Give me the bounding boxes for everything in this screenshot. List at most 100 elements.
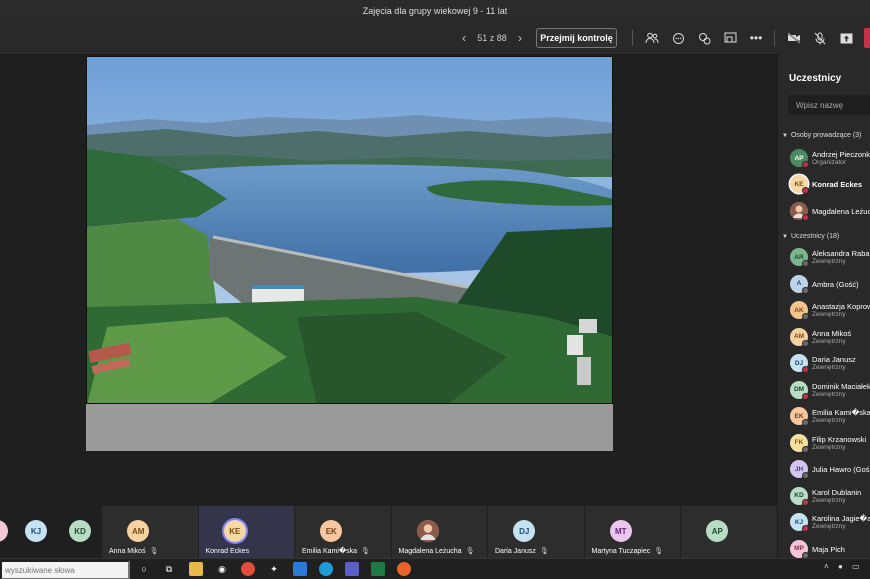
avatar: KE bbox=[223, 520, 246, 542]
participant-role: Organizator bbox=[812, 159, 846, 166]
toolbar-divider bbox=[774, 30, 775, 46]
share-icon[interactable] bbox=[836, 28, 856, 48]
participant-item[interactable]: FK Filip Krzanowski Zewnętrzny bbox=[790, 432, 870, 456]
participant-item[interactable]: AR Aleksandra Raba Zewnętrzny bbox=[790, 246, 870, 270]
tile-label: Daria Janusz 🎙︎ bbox=[495, 548, 549, 555]
title-bar: Zajęcia dla grupy wiekowej 9 - 11 lat bbox=[0, 0, 870, 22]
teams-icon[interactable] bbox=[345, 562, 359, 576]
status-dot bbox=[802, 286, 809, 294]
video-tile[interactable]: AM Anna Mikoś 🎙︎ bbox=[102, 506, 198, 558]
tile-label: Martyna Tuczapiec 🎙︎ bbox=[591, 548, 664, 555]
shared-content-stage bbox=[0, 54, 777, 506]
mic-off-icon[interactable] bbox=[810, 28, 830, 48]
vscode-icon[interactable] bbox=[293, 562, 307, 576]
video-tile[interactable]: AP bbox=[681, 506, 777, 558]
cortana-icon[interactable]: ○ bbox=[137, 562, 151, 576]
game-app-icon[interactable]: ◉ bbox=[215, 562, 229, 576]
window-title: Zajęcia dla grupy wiekowej 9 - 11 lat bbox=[362, 6, 508, 16]
chevron-right-icon[interactable]: › bbox=[512, 31, 528, 45]
more-icon[interactable]: ••• bbox=[746, 28, 766, 48]
status-dot bbox=[802, 260, 809, 267]
task-view-icon[interactable]: ⧉ bbox=[162, 562, 176, 576]
status-dot bbox=[802, 161, 809, 168]
participant-name: Filip Krzanowski bbox=[812, 434, 867, 444]
participant-role: Zewnętrzny bbox=[812, 443, 846, 451]
taskbar-search-input[interactable] bbox=[0, 560, 130, 579]
participant-name: Maja Pich bbox=[812, 544, 845, 554]
status-dot bbox=[802, 472, 809, 479]
participant-name: Konrad Eckes bbox=[812, 180, 863, 189]
participant-name: Dominik Maciałek bbox=[812, 381, 870, 391]
mic-off-icon: 🎙︎ bbox=[149, 548, 159, 555]
share-tray-icon[interactable] bbox=[720, 28, 740, 48]
toolbar-divider bbox=[632, 30, 633, 46]
chevron-left-icon[interactable]: ‹ bbox=[456, 31, 472, 45]
participant-item[interactable]: MP Maja Pich bbox=[790, 538, 870, 558]
participant-item[interactable]: AP Andrzej Pieczonka Organizator bbox=[790, 147, 870, 171]
participant-item[interactable]: Magdalena Leżuch bbox=[790, 200, 870, 224]
gallery-avatar-partial[interactable] bbox=[0, 520, 8, 542]
avatar: DJ bbox=[513, 520, 536, 542]
slide-pager: ‹ 51 z 88 › bbox=[456, 22, 528, 54]
video-tile[interactable]: MT Martyna Tuczapiec 🎙︎ bbox=[584, 506, 680, 558]
participant-item[interactable]: AKAnastazja KoprowskaZewnętrzny bbox=[790, 299, 870, 323]
tray-chevron-icon[interactable]: ˄ bbox=[824, 562, 829, 571]
video-tile[interactable]: Magdalena Leżucha 🎙︎ bbox=[391, 506, 487, 558]
video-tile[interactable]: DJ Daria Janusz 🎙︎ bbox=[488, 506, 584, 558]
participant-item[interactable]: KD Karol Dublanin Zewnętrzny bbox=[790, 485, 870, 509]
caret-down-icon: ▼ bbox=[782, 133, 788, 139]
video-tile[interactable]: KE Konrad Eckes bbox=[198, 506, 294, 558]
tile-label: Anna Mikoś 🎙︎ bbox=[109, 548, 159, 555]
firefox-icon[interactable] bbox=[397, 562, 411, 576]
video-tile[interactable]: EK Emilia Kami�ska 🎙︎ bbox=[295, 506, 391, 558]
participant-item[interactable]: DM Dominik Maciałek Zewnętrzny bbox=[790, 379, 870, 403]
presenters-group-header[interactable]: ▼ Osoby prowadzące (3) bbox=[782, 132, 861, 139]
participant-role: Zewnętrzny bbox=[812, 364, 846, 371]
mic-off-icon: 🎙︎ bbox=[465, 548, 475, 555]
participant-role: Zewnętrzny bbox=[812, 337, 846, 345]
mic-off-icon: 🎙︎ bbox=[654, 548, 664, 555]
avatar: MT bbox=[609, 520, 632, 542]
participant-item[interactable]: EK Emilia Kami�ska Zewnętrzny bbox=[790, 405, 870, 429]
reactions-icon[interactable] bbox=[694, 28, 714, 48]
tile-label: Emilia Kami�ska 🎙︎ bbox=[302, 548, 370, 555]
app-icon[interactable]: ✦ bbox=[267, 562, 281, 576]
tile-label: Konrad Eckes bbox=[205, 548, 250, 555]
participant-item[interactable]: JH Julia Hawro (Gość) bbox=[790, 458, 870, 482]
participant-name: Anna Mikoś bbox=[812, 328, 852, 338]
status-dot bbox=[802, 525, 809, 532]
participant-item[interactable]: KE Konrad Eckes bbox=[790, 173, 870, 197]
excel-icon[interactable] bbox=[371, 562, 385, 576]
chat-icon[interactable] bbox=[668, 28, 688, 48]
status-dot bbox=[802, 187, 809, 194]
edge-icon[interactable] bbox=[319, 562, 333, 576]
participant-name: Karol Dublanin bbox=[812, 487, 862, 497]
mic-off-icon: 🎙︎ bbox=[539, 548, 549, 555]
attendees-group-header[interactable]: ▼ Uczestnicy (18) bbox=[782, 233, 839, 240]
meeting-toolbar: ‹ 51 z 88 › Przejmij kontrolę ••• bbox=[0, 22, 870, 54]
chrome-icon[interactable] bbox=[241, 562, 255, 576]
status-dot bbox=[802, 366, 809, 373]
avatar: EK bbox=[320, 520, 343, 542]
tray-apps-icon[interactable]: ● bbox=[838, 562, 843, 571]
gallery-avatar[interactable]: KJ bbox=[25, 520, 47, 542]
camera-off-icon[interactable] bbox=[784, 28, 804, 48]
file-explorer-icon[interactable] bbox=[189, 562, 203, 576]
participant-item[interactable]: AM Anna Mikoś Zewnętrzny bbox=[790, 326, 870, 350]
people-icon[interactable] bbox=[642, 28, 662, 48]
participant-search-input[interactable] bbox=[788, 95, 870, 115]
participant-name: Daria Janusz bbox=[812, 355, 856, 364]
participant-item[interactable]: A Ambra (Gość) bbox=[790, 273, 870, 297]
participant-item[interactable]: KJ Karolina Jagie�a Zewnętrzny bbox=[790, 511, 870, 535]
gallery-avatar[interactable]: KD bbox=[69, 520, 91, 542]
participant-item[interactable]: DJ Daria Janusz Zewnętrzny bbox=[790, 352, 870, 376]
network-icon[interactable]: ▭ bbox=[852, 562, 860, 571]
participant-name: Emilia Kami�ska bbox=[812, 408, 870, 417]
slide-bottom-band bbox=[86, 404, 613, 451]
leave-icon[interactable] bbox=[864, 28, 870, 48]
take-control-button[interactable]: Przejmij kontrolę bbox=[536, 28, 617, 48]
video-gallery-strip: KJ KD AM Anna Mikoś 🎙︎ KE Konrad Eckes EK Emilia… bbox=[0, 506, 777, 558]
windows-taskbar: ○ ⧉ ◉ ✦ ˄ ● ▭ bbox=[0, 558, 870, 579]
participant-name: Julia Hawro (Gość) bbox=[812, 465, 870, 474]
status-dot bbox=[802, 419, 809, 426]
